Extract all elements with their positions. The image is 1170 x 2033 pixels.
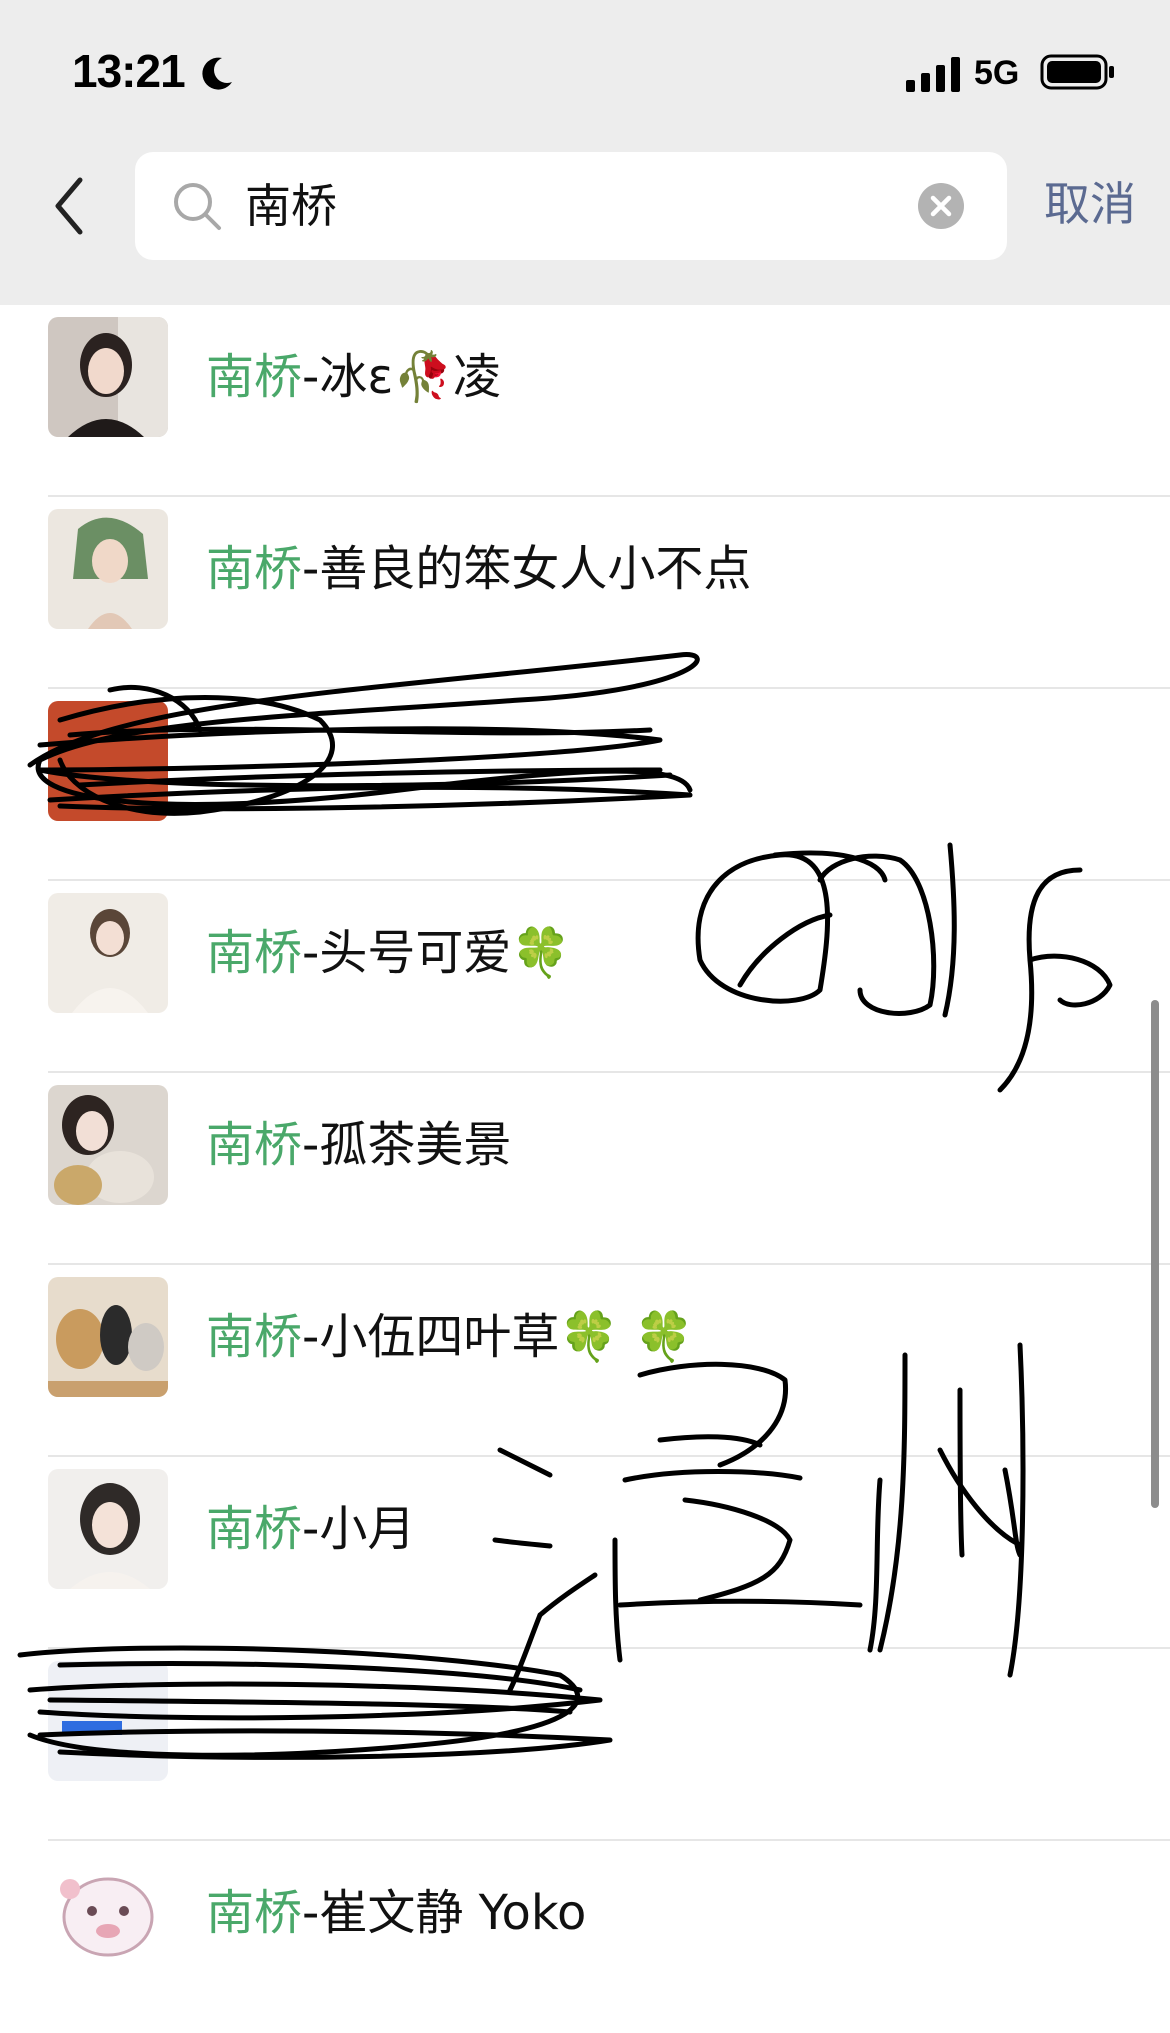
avatar [48, 701, 168, 821]
avatar [48, 1277, 168, 1397]
back-button[interactable] [48, 172, 92, 240]
avatar [48, 1085, 168, 1205]
match-highlight: 南桥 [206, 1117, 303, 1173]
list-item[interactable]: 南桥-小伍四叶草🍀 🍀 [0, 1265, 1170, 1457]
match-highlight: 南桥 [206, 925, 303, 981]
list-item[interactable]: 南桥-孤茶美景 [0, 1073, 1170, 1265]
contact-name: -善良的笨女人小不点 [302, 541, 752, 597]
status-time: 13:21 [72, 45, 186, 97]
contact-name: -小月 [302, 1501, 416, 1557]
list-item[interactable]: 南桥-善良的笨女人小不点 [0, 497, 1170, 689]
match-highlight: 南桥 [206, 1501, 303, 1557]
clear-icon[interactable] [917, 182, 965, 230]
avatar [48, 1853, 168, 1973]
search-icon [174, 183, 221, 230]
cancel-button[interactable]: 取消 [1044, 172, 1136, 236]
contact-name: -孤茶美景 [302, 1117, 512, 1173]
list-item[interactable]: 南桥-崔文静 Yoko [0, 1841, 1170, 2033]
contact-name: -小伍四叶草🍀 🍀 [302, 1309, 695, 1365]
battery-icon [1040, 54, 1114, 90]
list-item[interactable] [0, 689, 1170, 881]
network-label: 5G [974, 54, 1020, 92]
list-item[interactable]: 南桥-小月 [0, 1457, 1170, 1649]
moon-icon [202, 57, 232, 90]
search-input[interactable]: 南桥 [245, 174, 337, 238]
contact-name: -崔文静 Yoko [302, 1885, 587, 1941]
avatar [48, 893, 168, 1013]
match-highlight: 南桥 [206, 1885, 303, 1941]
avatar [48, 1469, 168, 1589]
scrollbar[interactable] [1151, 1000, 1159, 1508]
list-item[interactable]: 南桥-冰ε🥀凌 [0, 305, 1170, 497]
signal-icon [906, 57, 960, 92]
search-field[interactable]: 南桥 [135, 152, 1007, 260]
search-header: 13:21 5G 南桥 取消 [0, 0, 1170, 305]
avatar [48, 509, 168, 629]
list-item[interactable] [0, 1649, 1170, 1841]
avatar [48, 317, 168, 437]
list-item[interactable]: 南桥-头号可爱🍀 [0, 881, 1170, 1073]
avatar [48, 1661, 168, 1781]
contact-name: -头号可爱🍀 [302, 925, 572, 981]
search-results-list: 南桥-冰ε🥀凌 南桥-善良的笨女人小不点 南桥-头号可爱🍀 南桥-孤茶美景 南桥… [0, 305, 1170, 1985]
match-highlight: 南桥 [206, 1309, 303, 1365]
contact-name: -冰ε🥀凌 [302, 349, 502, 405]
match-highlight: 南桥 [206, 349, 303, 405]
match-highlight: 南桥 [206, 541, 303, 597]
